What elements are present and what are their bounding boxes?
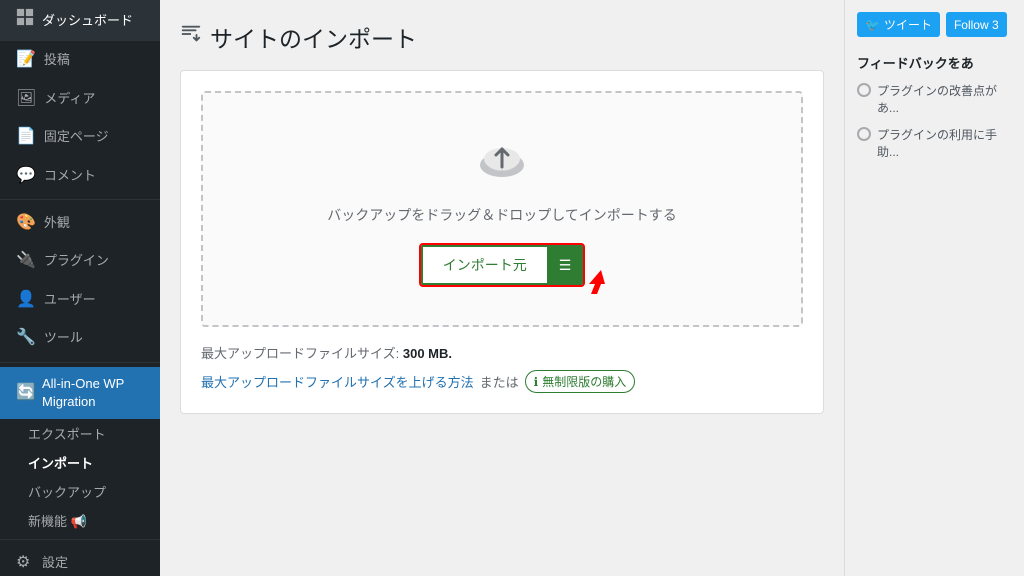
divider-1 bbox=[0, 199, 160, 200]
comments-icon: 💬 bbox=[16, 165, 36, 187]
import-menu-button[interactable]: ☰ bbox=[549, 245, 584, 285]
main-content: サイトのインポート bbox=[160, 0, 1024, 576]
divider-2 bbox=[0, 362, 160, 363]
sidebar-item-label: All-in-One WP Migration bbox=[42, 375, 144, 411]
import-btn-highlight: インポート元 ☰ bbox=[421, 245, 584, 285]
sidebar-sub-backup[interactable]: バックアップ bbox=[0, 477, 160, 506]
tweet-button[interactable]: 🐦 ツイート bbox=[857, 12, 940, 37]
sidebar-item-media[interactable]: 🖼 メディア bbox=[0, 80, 160, 118]
unlimited-btn-label: 無制限版の購入 bbox=[542, 373, 626, 390]
sidebar-item-tools[interactable]: 🔧 ツール bbox=[0, 319, 160, 357]
sidebar-item-label: コメント bbox=[44, 167, 96, 185]
posts-icon: 📝 bbox=[16, 49, 36, 71]
content-area: サイトのインポート bbox=[160, 0, 1024, 576]
sidebar-item-pages[interactable]: 📄 固定ページ bbox=[0, 118, 160, 156]
sidebar-item-label: ツール bbox=[44, 329, 83, 347]
import-btn-wrapper: インポート元 ☰ bbox=[223, 245, 781, 285]
sidebar-item-label: 固定ページ bbox=[44, 128, 109, 146]
import-source-button[interactable]: インポート元 bbox=[421, 245, 549, 285]
sidebar-item-posts[interactable]: 📝 投稿 bbox=[0, 41, 160, 79]
pages-icon: 📄 bbox=[16, 126, 36, 148]
users-icon: 👤 bbox=[16, 289, 36, 311]
radio-2[interactable] bbox=[857, 127, 871, 141]
sidebar-item-allinone[interactable]: 🔄 All-in-One WP Migration bbox=[0, 367, 160, 419]
info-icon: ℹ bbox=[534, 375, 539, 389]
dropzone-text: バックアップをドラッグ＆ドロップしてインポートする bbox=[223, 205, 781, 225]
newfeature-label: 新機能 📢 bbox=[28, 511, 87, 530]
upload-max-text: 最大アップロードファイルサイズ: 300 MB. bbox=[201, 343, 803, 362]
sidebar-item-label: プラグイン bbox=[44, 252, 109, 270]
sidebar-item-label: メディア bbox=[44, 90, 95, 108]
media-icon: 🖼 bbox=[16, 88, 36, 110]
follow-label: Follow 3 bbox=[954, 18, 999, 32]
sidebar-item-dashboard[interactable]: ダッシュボード bbox=[0, 0, 160, 41]
upload-links: 最大アップロードファイルサイズを上げる方法 または ℹ 無制限版の購入 bbox=[201, 370, 803, 393]
unlimited-purchase-button[interactable]: ℹ 無制限版の購入 bbox=[525, 370, 636, 393]
sidebar-item-plugins[interactable]: 🔌 プラグイン bbox=[0, 242, 160, 280]
feedback-text-1: プラグインの改善点があ... bbox=[877, 82, 1012, 116]
sidebar-item-label: 投稿 bbox=[44, 51, 70, 69]
sidebar-item-label: ダッシュボード bbox=[42, 12, 133, 30]
page-content: サイトのインポート bbox=[160, 0, 844, 576]
twitter-icon: 🐦 bbox=[865, 18, 880, 32]
sidebar-item-label: 外観 bbox=[44, 214, 70, 232]
backup-label: バックアップ bbox=[28, 482, 106, 501]
allinone-icon: 🔄 bbox=[16, 382, 34, 404]
feedback-text-2: プラグインの利用に手助... bbox=[877, 126, 1012, 160]
sidebar: ダッシュボード 📝 投稿 🖼 メディア 📄 固定ページ 💬 コメント 🎨 外観 … bbox=[0, 0, 160, 576]
follow-button[interactable]: Follow 3 bbox=[946, 12, 1007, 37]
export-label: エクスポート bbox=[28, 424, 106, 443]
divider-3 bbox=[0, 539, 160, 540]
page-title: サイトのインポート bbox=[180, 20, 824, 54]
feedback-item-1: プラグインの改善点があ... bbox=[857, 82, 1012, 116]
social-buttons: 🐦 ツイート Follow 3 bbox=[857, 12, 1012, 37]
sidebar-sub-import[interactable]: インポート bbox=[0, 448, 160, 477]
sidebar-item-settings[interactable]: ⚙ 設定 bbox=[0, 544, 160, 576]
appearance-icon: 🎨 bbox=[16, 212, 36, 234]
feedback-title: フィードバックをあ bbox=[857, 53, 1012, 72]
or-text: または bbox=[480, 372, 519, 391]
import-btn-label: インポート元 bbox=[443, 255, 527, 275]
sidebar-sub-export[interactable]: エクスポート bbox=[0, 419, 160, 448]
dashboard-icon bbox=[16, 8, 34, 33]
upgrade-link[interactable]: 最大アップロードファイルサイズを上げる方法 bbox=[201, 372, 474, 391]
settings-label: 設定 bbox=[42, 554, 68, 572]
cloud-upload-icon bbox=[223, 133, 781, 193]
upload-size-value: 300 MB. bbox=[403, 346, 452, 361]
sidebar-item-label: ユーザー bbox=[44, 291, 96, 309]
sidebar-item-users[interactable]: 👤 ユーザー bbox=[0, 281, 160, 319]
import-label: インポート bbox=[28, 453, 93, 472]
import-page-icon bbox=[180, 23, 202, 51]
right-sidebar: 🐦 ツイート Follow 3 フィードバックをあ プラグインの改善点があ...… bbox=[844, 0, 1024, 576]
tweet-label: ツイート bbox=[884, 16, 932, 33]
settings-icon: ⚙ bbox=[16, 552, 34, 574]
sidebar-item-comments[interactable]: 💬 コメント bbox=[0, 157, 160, 195]
hamburger-icon: ☰ bbox=[559, 257, 572, 273]
radio-1[interactable] bbox=[857, 83, 871, 97]
plugins-icon: 🔌 bbox=[16, 250, 36, 272]
sidebar-sub-newfeature[interactable]: 新機能 📢 bbox=[0, 506, 160, 535]
tools-icon: 🔧 bbox=[16, 327, 36, 349]
import-dropzone[interactable]: バックアップをドラッグ＆ドロップしてインポートする インポート元 ☰ bbox=[201, 91, 803, 327]
feedback-item-2: プラグインの利用に手助... bbox=[857, 126, 1012, 160]
sidebar-item-appearance[interactable]: 🎨 外観 bbox=[0, 204, 160, 242]
